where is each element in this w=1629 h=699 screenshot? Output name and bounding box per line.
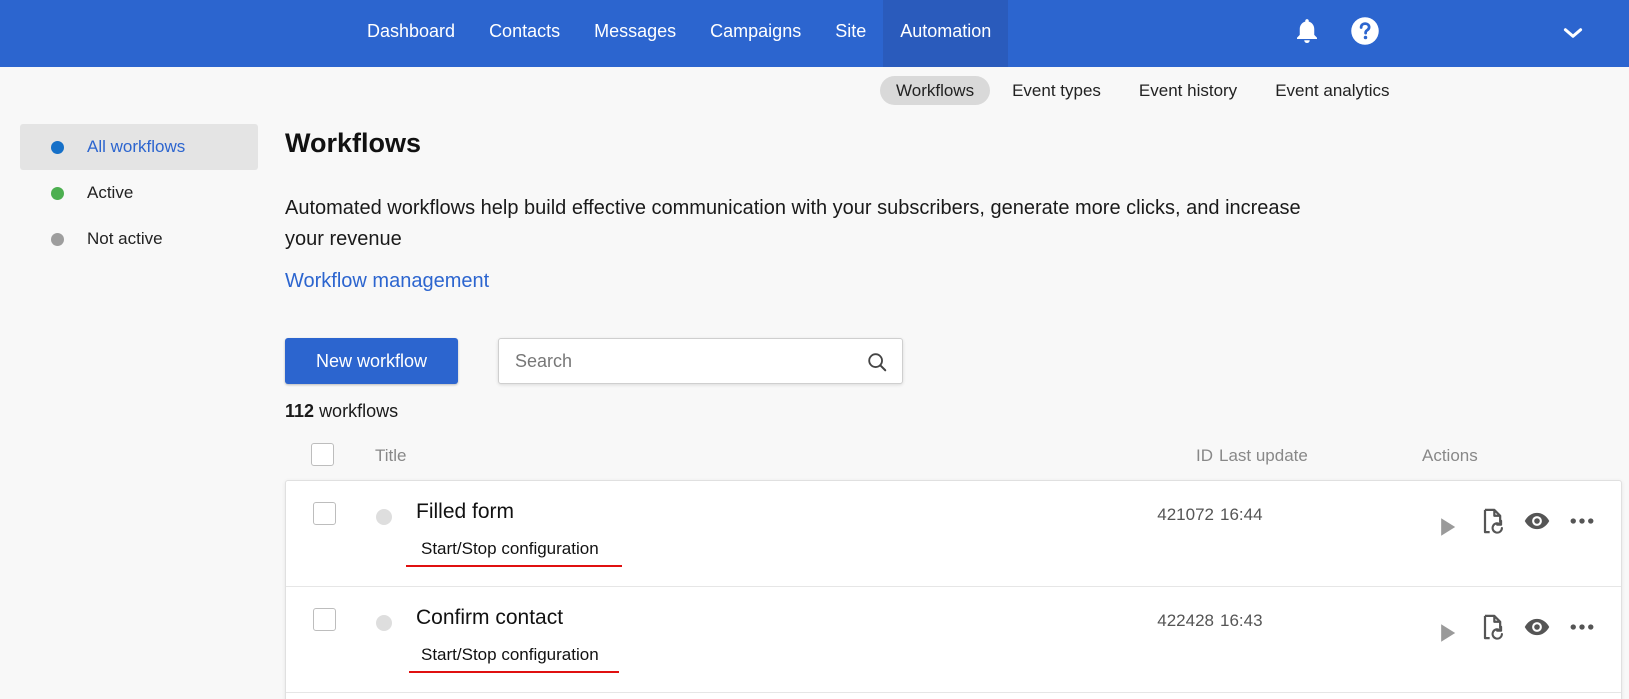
page-title: Workflows bbox=[285, 128, 422, 158]
tab-workflows[interactable]: Workflows bbox=[880, 76, 991, 105]
workflow-filter-sidebar: All workflows Active Not active bbox=[20, 124, 258, 262]
more-icon[interactable] bbox=[1568, 507, 1596, 535]
inactive-status-icon bbox=[376, 615, 392, 631]
bell-icon[interactable] bbox=[1292, 16, 1322, 46]
main-nav: Dashboard Contacts Messages Campaigns Si… bbox=[350, 0, 1009, 67]
workflow-table: Filled form Start/Stop configuration 421… bbox=[285, 480, 1622, 699]
nav-contacts[interactable]: Contacts bbox=[472, 0, 577, 67]
search-input[interactable] bbox=[515, 339, 845, 383]
workflow-count-number: 112 bbox=[285, 401, 315, 421]
nav-dashboard[interactable]: Dashboard bbox=[350, 0, 472, 67]
status-dot-icon bbox=[51, 186, 64, 200]
tab-event-history[interactable]: Event history bbox=[1123, 76, 1253, 105]
sidebar-item-active[interactable]: Active bbox=[20, 170, 258, 216]
sidebar-item-label: Active bbox=[87, 183, 134, 202]
play-icon[interactable] bbox=[1433, 619, 1461, 647]
table-row[interactable]: Confirm contact Start/Stop configuration… bbox=[286, 587, 1621, 693]
search-icon[interactable] bbox=[866, 351, 888, 373]
workflow-id: 422428 bbox=[1157, 611, 1214, 630]
workflow-title[interactable]: Confirm contact bbox=[416, 606, 563, 630]
sidebar-item-all-workflows[interactable]: All workflows bbox=[20, 124, 258, 170]
workflow-last-update: 16:44 bbox=[1220, 505, 1263, 524]
tab-event-analytics[interactable]: Event analytics bbox=[1259, 76, 1405, 105]
workflow-title[interactable]: Filled form bbox=[416, 500, 514, 524]
table-row[interactable]: Filled form Start/Stop configuration 421… bbox=[286, 481, 1621, 587]
workflow-management-link[interactable]: Workflow management bbox=[285, 270, 489, 293]
sidebar-item-label: Not active bbox=[87, 229, 163, 248]
inactive-status-icon bbox=[376, 509, 392, 525]
nav-automation[interactable]: Automation bbox=[883, 0, 1009, 67]
sidebar-item-not-active[interactable]: Not active bbox=[20, 216, 258, 262]
workflow-last-update: 16:43 bbox=[1220, 611, 1263, 630]
help-icon[interactable] bbox=[1350, 16, 1380, 46]
red-underline-annotation bbox=[406, 565, 622, 567]
automation-subtabs: Workflows Event types Event history Even… bbox=[880, 76, 1406, 105]
red-underline-annotation bbox=[409, 671, 619, 673]
status-dot-icon bbox=[51, 140, 64, 154]
column-title: Title bbox=[375, 446, 407, 465]
workflow-tag: Start/Stop configuration bbox=[421, 539, 599, 558]
file-refresh-icon[interactable] bbox=[1478, 613, 1506, 641]
column-id: ID bbox=[1196, 446, 1213, 465]
eye-icon[interactable] bbox=[1523, 613, 1551, 641]
status-dot-icon bbox=[51, 232, 64, 246]
tab-event-types[interactable]: Event types bbox=[996, 76, 1117, 105]
select-all-checkbox[interactable] bbox=[311, 443, 334, 466]
page-description: Automated workflows help build effective… bbox=[285, 197, 1301, 250]
play-icon[interactable] bbox=[1433, 513, 1461, 541]
nav-messages[interactable]: Messages bbox=[577, 0, 693, 67]
table-header: Title ID Last update Actions bbox=[285, 440, 1622, 472]
nav-site[interactable]: Site bbox=[818, 0, 883, 67]
eye-icon[interactable] bbox=[1523, 507, 1551, 535]
sidebar-item-label: All workflows bbox=[87, 137, 186, 156]
file-refresh-icon[interactable] bbox=[1478, 507, 1506, 535]
row-checkbox[interactable] bbox=[313, 502, 336, 525]
nav-campaigns[interactable]: Campaigns bbox=[693, 0, 818, 67]
row-checkbox[interactable] bbox=[313, 608, 336, 631]
top-navigation-bar: Dashboard Contacts Messages Campaigns Si… bbox=[0, 0, 1629, 67]
column-last-update: Last update bbox=[1219, 446, 1308, 465]
column-actions: Actions bbox=[1422, 446, 1478, 465]
more-icon[interactable] bbox=[1568, 613, 1596, 641]
workflow-id: 421072 bbox=[1157, 505, 1214, 524]
workflow-count: 112 workflows bbox=[285, 401, 398, 422]
search-box bbox=[498, 338, 903, 384]
workflow-tag: Start/Stop configuration bbox=[421, 645, 599, 664]
new-workflow-button[interactable]: New workflow bbox=[285, 338, 458, 384]
workflow-count-label: workflows bbox=[319, 401, 399, 421]
chevron-down-icon[interactable] bbox=[1560, 20, 1586, 46]
